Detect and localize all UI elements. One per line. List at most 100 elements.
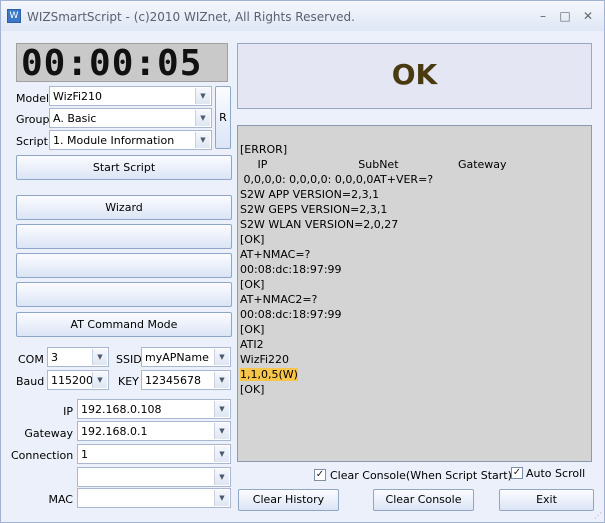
refresh-button[interactable]: R [215,86,231,149]
timer-display: 00:00:05 [16,43,228,84]
chevron-down-icon[interactable]: ▼ [195,110,210,126]
connection-value: 1 [81,448,88,461]
console-line: 00:08:dc:18:97:99 [240,262,507,277]
group-label: Group [16,113,50,126]
gateway-select[interactable]: 192.168.0.1 ▼ [77,421,231,441]
at-command-mode-button[interactable]: AT Command Mode [16,312,232,337]
wizard-button[interactable]: Wizard [16,195,232,220]
chevron-down-icon[interactable]: ▼ [214,469,229,485]
chevron-down-icon[interactable]: ▼ [195,88,210,104]
com-label: COM [18,353,44,366]
console-line: AT+NMAC2=? [240,292,507,307]
gateway-value: 192.168.0.1 [81,425,148,438]
group-value: A. Basic [53,112,97,125]
auto-scroll-checkbox[interactable]: ✓ [511,467,523,479]
console-line: S2W WLAN VERSION=2,0,27 [240,217,507,232]
console-line-text: 1,1,0,5(W) [240,368,298,381]
com-value: 3 [51,351,58,364]
console-line-text: S2W APP VERSION=2,3,1 [240,188,380,201]
script-select[interactable]: 1. Module Information ▼ [49,130,212,150]
console-line: IP SubNet Gateway [240,157,506,172]
chevron-down-icon[interactable]: ▼ [214,349,229,365]
console-line: [OK] [240,277,507,292]
exit-button[interactable]: Exit [499,489,594,511]
console-line: [OK] [240,322,507,337]
connection-label: Connection [11,449,74,462]
window-title: WIZSmartScript - (c)2010 WIZnet, All Rig… [27,10,355,24]
ssid-label: SSID [116,353,142,366]
model-label: Model [16,92,50,105]
chevron-down-icon[interactable]: ▼ [92,349,107,365]
model-value: WizFi210 [53,90,103,103]
console-line: S2W APP VERSION=2,3,1 [240,187,507,202]
chevron-down-icon[interactable]: ▼ [195,132,210,148]
blank-button-2[interactable] [16,253,232,278]
com-select[interactable]: 3 ▼ [47,347,109,367]
clear-console-button[interactable]: Clear Console [373,489,474,511]
ip-label: IP [63,405,73,418]
ssid-value: myAPName [145,351,209,364]
mac-label: MAC [48,493,73,506]
console-line-text: WizFi220 [240,353,290,366]
status-panel: OK [237,43,592,109]
ip-value: 192.168.0.108 [81,403,162,416]
clear-console-on-start-label: Clear Console(When Script Start) [330,469,512,482]
app-icon: W [7,9,21,23]
group-select[interactable]: A. Basic ▼ [49,108,212,128]
console-line: [OK] [240,382,507,397]
console-line: 0,0,0,0: 0,0,0,0: 0,0,0,0AT+VER=? [240,172,507,187]
maximize-button[interactable]: □ [557,9,573,23]
console-line-text: [ERROR] [240,143,288,156]
key-label: KEY [118,375,139,388]
baud-select[interactable]: 115200 ▼ [47,370,109,390]
console-line: WizFi220 [240,352,507,367]
chevron-down-icon[interactable]: ▼ [214,446,229,462]
console-line-text: 0,0,0,0: 0,0,0,0: 0,0,0,0AT+VER=? [240,173,434,186]
console-line-text: AT+NMAC=? [240,248,311,261]
console-line-text: [OK] [240,233,265,246]
chevron-down-icon[interactable]: ▼ [92,372,107,388]
gateway-label: Gateway [24,427,73,440]
clear-console-on-start-checkbox[interactable]: ✓ [314,469,326,481]
main-window: W WIZSmartScript - (c)2010 WIZnet, All R… [0,0,605,523]
console-output[interactable]: [ERROR] IP SubNet Gateway 0,0,0,0: 0,0,0… [237,125,592,462]
console-line: [OK] [240,232,507,247]
console-line-text: S2W GEPS VERSION=2,3,1 [240,203,388,216]
chevron-down-icon[interactable]: ▼ [214,401,229,417]
start-script-button[interactable]: Start Script [16,155,232,180]
status-text: OK [391,58,438,91]
baud-value: 115200 [51,374,93,387]
connection-select[interactable]: 1 ▼ [77,444,231,464]
ssid-select[interactable]: myAPName ▼ [141,347,231,367]
title-bar[interactable]: W WIZSmartScript - (c)2010 WIZnet, All R… [1,1,604,31]
extra-select[interactable]: ▼ [77,467,231,487]
console-line-text: ATI2 [240,338,264,351]
console-line: S2W GEPS VERSION=2,3,1 [240,202,507,217]
mac-select[interactable]: ▼ [77,488,231,508]
key-value: 12345678 [145,374,201,387]
timer-value: 00:00:05 [21,43,203,84]
clear-history-button[interactable]: Clear History [238,489,339,511]
console-line: 00:08:dc:18:97:99 [240,307,507,322]
console-line: ATI2 [240,337,507,352]
auto-scroll-label: Auto Scroll [526,467,586,480]
console-line: [ERROR] [240,142,507,157]
close-button[interactable]: ✕ [580,9,596,23]
chevron-down-icon[interactable]: ▼ [214,423,229,439]
console-line-text: [OK] [240,323,265,336]
key-select[interactable]: 12345678 ▼ [141,370,231,390]
console-lines: [ERROR] IP SubNet Gateway 0,0,0,0: 0,0,0… [240,142,507,397]
blank-button-3[interactable] [16,282,232,307]
script-label: Script [16,135,48,148]
ip-select[interactable]: 192.168.0.108 ▼ [77,399,231,419]
console-line: 1,1,0,5(W) [240,367,507,382]
blank-button-1[interactable] [16,224,232,249]
console-line-text: AT+NMAC2=? [240,293,318,306]
console-line-text: 00:08:dc:18:97:99 [240,308,342,321]
resize-grip-icon[interactable]: ⋰ [594,511,602,520]
minimize-button[interactable]: – [535,9,551,23]
model-select[interactable]: WizFi210 ▼ [49,86,212,106]
chevron-down-icon[interactable]: ▼ [214,372,229,388]
chevron-down-icon[interactable]: ▼ [214,490,229,506]
baud-label: Baud [16,375,45,388]
